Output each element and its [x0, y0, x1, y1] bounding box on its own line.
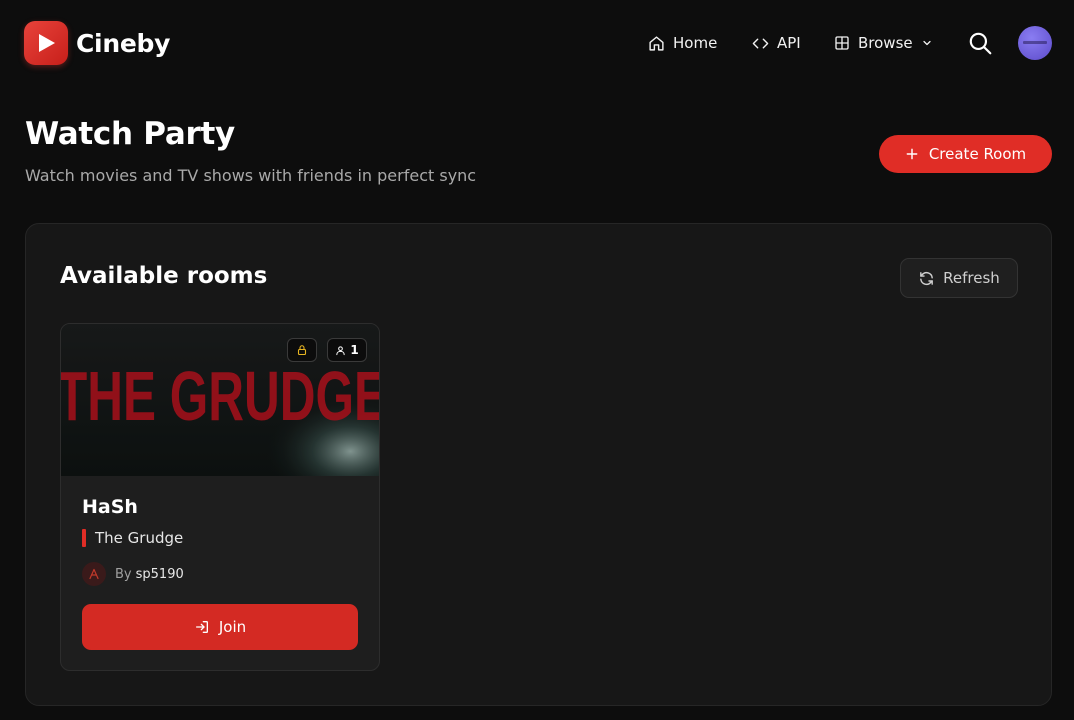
available-rooms-panel: Available rooms Refresh THE GRUDGE 1 HaS…: [25, 223, 1052, 706]
user-avatar[interactable]: [1018, 26, 1052, 60]
join-button[interactable]: Join: [82, 604, 358, 650]
nav-browse[interactable]: Browse: [834, 31, 933, 55]
chevron-down-icon: [923, 40, 931, 46]
nav-api[interactable]: API: [752, 31, 801, 55]
participant-count: 1: [350, 343, 359, 357]
login-icon: [195, 621, 208, 633]
lock-icon: [297, 345, 307, 356]
search-icon: [969, 32, 992, 55]
movie-poster: THE GRUDGE 1: [61, 324, 379, 476]
nav-api-label: API: [777, 34, 801, 52]
nav-browse-label: Browse: [858, 34, 913, 52]
nav-home[interactable]: Home: [648, 31, 717, 55]
host-prefix: By: [115, 566, 132, 582]
refresh-button[interactable]: Refresh: [900, 258, 1018, 298]
available-rooms-title: Available rooms: [60, 263, 268, 289]
host-avatar: [82, 562, 106, 586]
search-button[interactable]: [967, 30, 993, 56]
room-name: HaSh: [82, 496, 138, 518]
room-host: By sp5190: [82, 562, 184, 586]
grid-icon: [835, 36, 849, 50]
private-room-badge: [287, 338, 317, 362]
nav-home-label: Home: [673, 34, 718, 52]
create-room-button[interactable]: Create Room: [879, 135, 1052, 173]
movie-accent-bar: [82, 529, 86, 547]
refresh-label: Refresh: [943, 269, 1000, 287]
page-title: Watch Party: [25, 116, 235, 152]
movie-title: The Grudge: [95, 529, 184, 547]
play-logo-icon: [24, 21, 68, 65]
host-name: sp5190: [135, 566, 184, 582]
top-nav-bar: Cineby Home API Browse: [0, 0, 1074, 86]
logo-text: Cineby: [76, 28, 171, 58]
room-card[interactable]: THE GRUDGE 1 HaSh The Grudge By sp5190 J…: [60, 323, 380, 671]
plus-icon: [906, 148, 918, 160]
room-movie: The Grudge: [82, 529, 183, 547]
user-icon: [336, 345, 345, 355]
home-icon: [649, 35, 664, 51]
code-icon: [752, 38, 769, 48]
participant-count-badge: 1: [327, 338, 367, 362]
host-user-icon: [89, 568, 99, 580]
refresh-icon: [920, 271, 934, 285]
create-room-label: Create Room: [928, 145, 1027, 163]
cineby-logo[interactable]: Cineby: [24, 21, 170, 65]
page-subtitle: Watch movies and TV shows with friends i…: [25, 166, 477, 185]
join-label: Join: [218, 618, 247, 636]
